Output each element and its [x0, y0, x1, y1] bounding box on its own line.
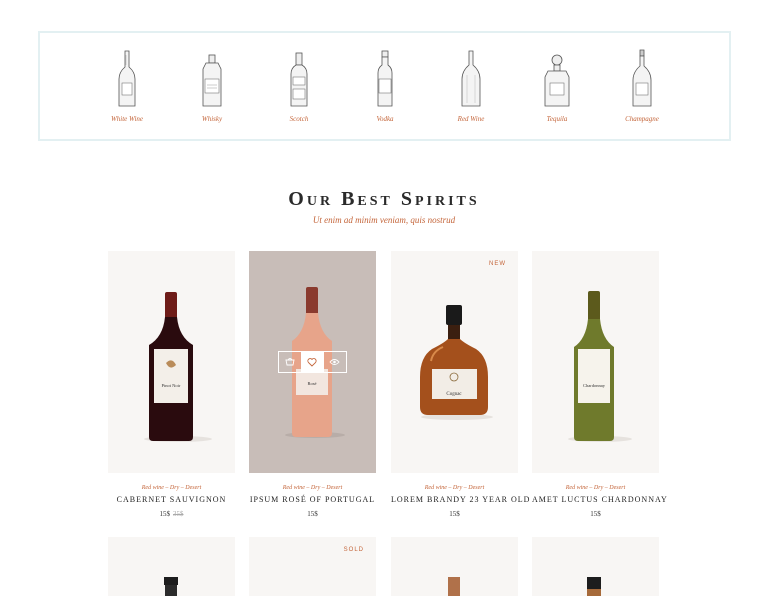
cognac-bottle-image: Cognac — [420, 305, 493, 420]
product-price: 15$ — [249, 510, 376, 518]
product-card[interactable]: Rosé Red wine – Dry – Desert Ipsum Rosé … — [249, 251, 376, 518]
product-card[interactable] — [108, 537, 235, 596]
wine-bottle-icon — [118, 50, 136, 107]
scotch-bottle-icon — [290, 52, 308, 107]
category-label: Champagne — [625, 115, 659, 123]
whisky-bottle-icon — [202, 54, 222, 107]
category-label: Red Wine — [457, 115, 485, 123]
category-label: Whisky — [201, 115, 223, 123]
product-price: 15$ 35$ — [108, 510, 235, 518]
cart-icon — [285, 357, 295, 365]
product-name[interactable]: Lorem Brandy 23 Year Old — [391, 495, 529, 504]
product-card[interactable] — [532, 537, 659, 596]
category-strip: White Wine Whisky Scotch Vodka Red Wine … — [38, 31, 731, 141]
product-card[interactable]: Pinot Noir Red wine – Dry – Desert Caber… — [108, 251, 235, 518]
product-actions — [278, 351, 347, 373]
vodka-bottle-icon — [377, 50, 393, 107]
white-wine-bottle-image: Chardonnay — [568, 291, 632, 442]
red-wine-bottle-image: Pinot Noir — [144, 292, 212, 442]
category-label: Vodka — [376, 115, 394, 123]
section-title: Our Best Spirits — [288, 188, 480, 210]
old-price: 35$ — [173, 510, 184, 518]
champagne-bottle-icon — [632, 49, 652, 107]
red-wine-bottle-icon — [461, 50, 481, 107]
category-scotch[interactable]: Scotch — [269, 49, 329, 123]
product-price: 15$ — [532, 510, 659, 518]
heart-icon — [307, 357, 318, 367]
current-price: 15$ — [590, 510, 601, 518]
product-card[interactable] — [391, 537, 518, 596]
current-price: 15$ — [159, 510, 171, 518]
bottle-image — [164, 577, 178, 596]
product-name[interactable]: Ipsum Rosé of Portugal — [249, 495, 376, 504]
wishlist-button[interactable] — [301, 352, 324, 372]
bottle-label-text: Rosé — [308, 381, 317, 386]
product-card[interactable]: New Cognac Red wine – Dry – Desert Lorem… — [391, 251, 529, 518]
product-image[interactable]: New Cognac — [391, 251, 518, 473]
current-price: 15$ — [307, 510, 318, 518]
product-card[interactable]: Sold — [249, 537, 376, 596]
bottle-label-text: Cognac — [446, 392, 462, 397]
add-to-cart-button[interactable] — [279, 352, 301, 372]
category-label: White Wine — [110, 115, 144, 123]
sold-badge: Sold — [343, 547, 364, 553]
category-champagne[interactable]: Champagne — [612, 49, 672, 123]
product-image[interactable]: Rosé — [249, 251, 376, 473]
bottle-label-text: Pinot Noir — [162, 383, 181, 388]
product-name[interactable]: Amet Luctus Chardonnay — [532, 495, 667, 504]
product-category: Red wine – Dry – Desert — [141, 485, 202, 491]
category-white-wine[interactable]: White Wine — [97, 49, 157, 123]
quick-view-button[interactable] — [324, 352, 346, 372]
category-vodka[interactable]: Vodka — [355, 49, 415, 123]
category-label: Tequila — [546, 115, 568, 123]
product-name[interactable]: Cabernet Sauvignon — [108, 495, 235, 504]
category-label: Scotch — [289, 115, 309, 123]
product-image[interactable]: Pinot Noir — [108, 251, 235, 473]
product-category: Red wine – Dry – Desert — [282, 485, 343, 491]
bottle-image — [448, 577, 460, 596]
bottle-label-text: Chardonnay — [583, 383, 606, 388]
category-red-wine[interactable]: Red Wine — [441, 49, 501, 123]
section-subtitle: Ut enim ad minim veniam, quis nostrud — [312, 215, 456, 225]
product-card[interactable]: Chardonnay Red wine – Dry – Desert Amet … — [532, 251, 667, 518]
product-price: 15$ — [391, 510, 518, 518]
product-category: Red wine – Dry – Desert — [424, 485, 485, 491]
eye-icon — [329, 359, 340, 365]
category-tequila[interactable]: Tequila — [527, 49, 587, 123]
tequila-bottle-icon — [544, 54, 570, 107]
current-price: 15$ — [449, 510, 460, 518]
product-category: Red wine – Dry – Desert — [565, 485, 626, 491]
product-image[interactable]: Chardonnay — [532, 251, 659, 473]
bottle-image — [587, 577, 601, 596]
category-whisky[interactable]: Whisky — [182, 49, 242, 123]
